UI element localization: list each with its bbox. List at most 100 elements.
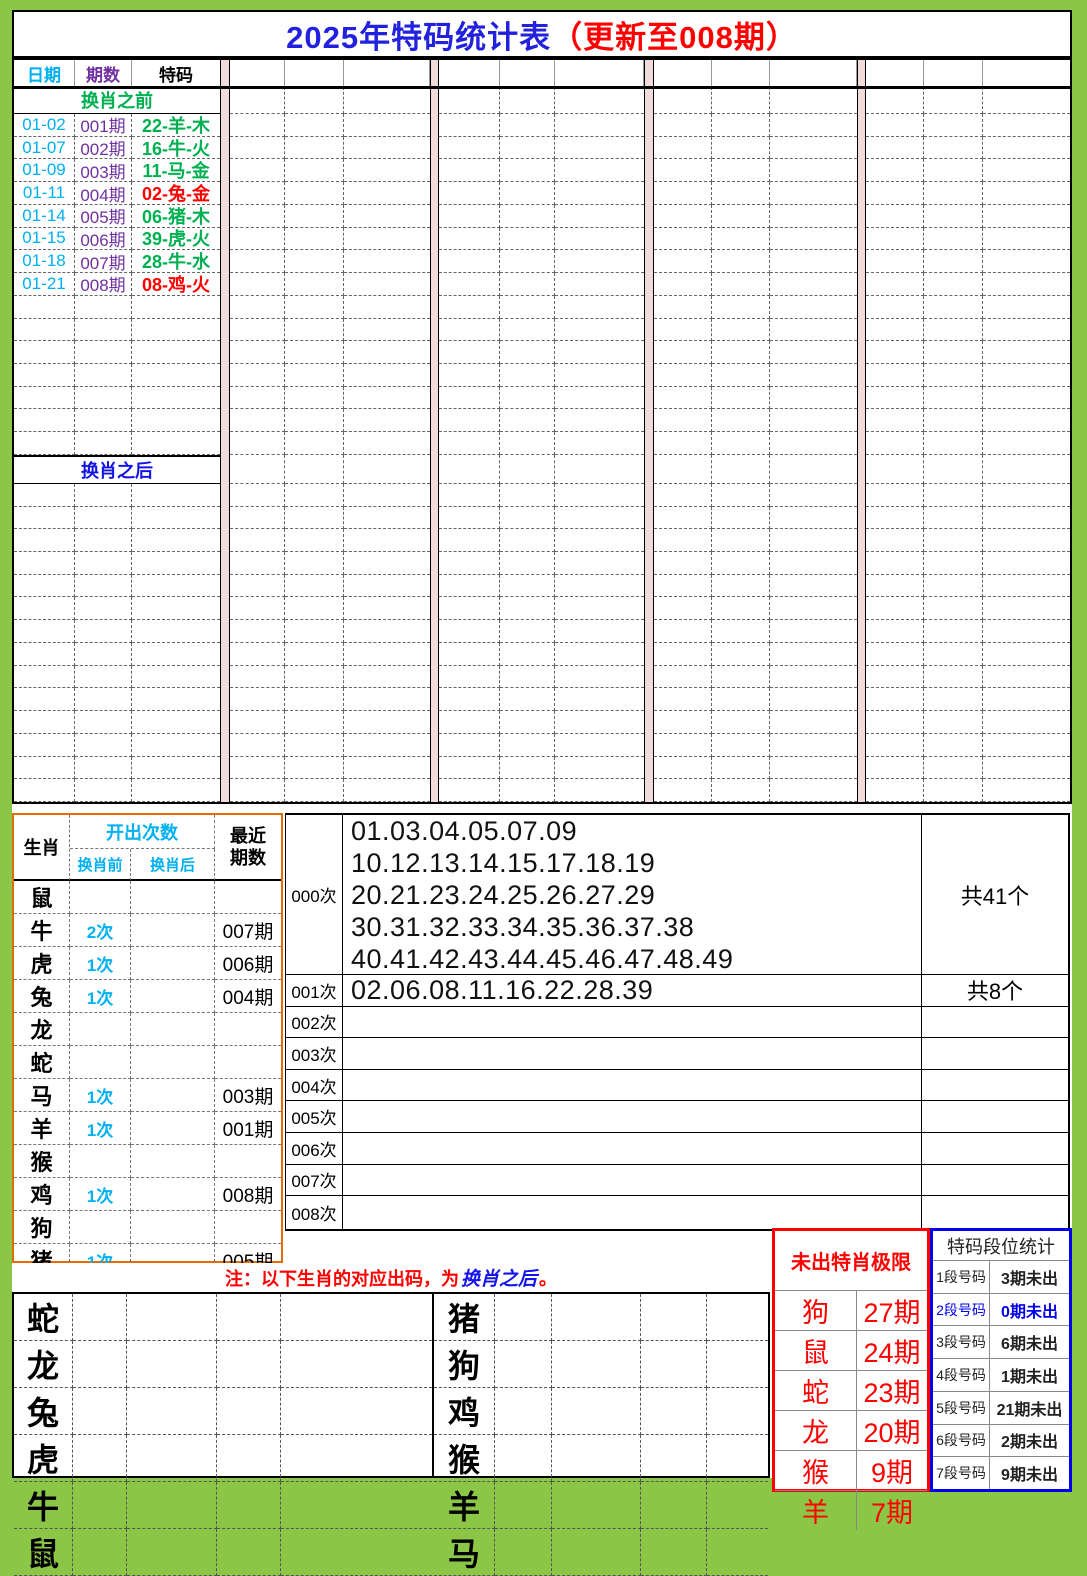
empty-cell	[285, 228, 344, 251]
empty-cell	[281, 1529, 432, 1576]
stats-recent-cell	[215, 1145, 281, 1178]
empty-cell	[866, 137, 924, 160]
empty-cell	[712, 296, 770, 319]
empty-cell	[866, 432, 924, 455]
empty-cell	[712, 575, 770, 598]
date-cell: 01-07	[14, 137, 75, 160]
empty-cell	[73, 1529, 127, 1576]
empty-cell	[866, 364, 924, 387]
times-total	[922, 1007, 1068, 1038]
empty-cell	[983, 575, 1070, 598]
zodiac-cell: 牛	[14, 1482, 73, 1529]
stats-zodiac-cell: 虎	[14, 947, 70, 980]
empty-cell	[230, 228, 285, 251]
stats-before-cell	[70, 1211, 131, 1244]
empty-cell	[983, 455, 1070, 484]
stats-after-cell	[131, 1178, 215, 1211]
note-highlight: 换肖之后	[461, 1264, 537, 1291]
empty-cell	[770, 620, 857, 643]
empty-cell	[230, 666, 285, 689]
empty-cell	[132, 341, 220, 364]
empty-cell	[14, 529, 75, 552]
empty-cell	[712, 205, 770, 228]
segment-row: 5段号码21期未出	[933, 1391, 1069, 1424]
empty-cell	[439, 575, 500, 598]
times-row: 008次	[286, 1196, 1068, 1229]
code-cell: 28-牛-水	[132, 250, 220, 273]
empty-cell	[75, 409, 132, 432]
empty-cell	[217, 1294, 281, 1341]
stats-zodiac-cell: 鸡	[14, 1178, 70, 1211]
empty-cell	[500, 319, 555, 342]
times-row: 003次	[286, 1038, 1068, 1070]
empty-cell	[500, 507, 555, 530]
stats-zodiac-cell: 蛇	[14, 1046, 70, 1079]
empty-cell	[866, 484, 924, 507]
empty-cell	[285, 182, 344, 205]
unseen-periods: 27期	[857, 1291, 927, 1330]
zodiac-cell: 猴	[434, 1435, 495, 1482]
code-cell: 08-鸡-火	[132, 273, 220, 296]
lottery-stats-page: { "title": {"main": "2025年特码统计表", "suffi…	[0, 0, 1087, 1500]
col-header-date: 日期	[14, 60, 75, 87]
times-count-label: 001次	[286, 975, 343, 1006]
empty-cell	[712, 273, 770, 296]
group-header-cell	[924, 60, 983, 87]
empty-cell	[285, 620, 344, 643]
empty-cell	[654, 552, 712, 575]
empty-cell	[654, 455, 712, 484]
empty-cell	[712, 137, 770, 160]
empty-cell	[230, 341, 285, 364]
unseen-periods: 9期	[857, 1451, 927, 1490]
empty-cell	[127, 1341, 217, 1388]
empty-cell	[641, 1341, 707, 1388]
segment-value: 1期未出	[990, 1359, 1069, 1391]
empty-cell	[285, 575, 344, 598]
empty-cell	[866, 159, 924, 182]
empty-cell	[75, 341, 132, 364]
unseen-zodiac: 狗	[775, 1291, 857, 1330]
stats-recent-cell: 007期	[215, 914, 281, 947]
segment-row: 1段号码3期未出	[933, 1261, 1069, 1293]
empty-cell	[770, 455, 857, 484]
empty-cell	[641, 1482, 707, 1529]
empty-cell	[555, 250, 644, 273]
empty-cell	[500, 688, 555, 711]
empty-cell	[344, 273, 430, 296]
times-numbers	[343, 1038, 922, 1069]
empty-cell	[281, 1341, 432, 1388]
group-header-cell	[439, 60, 500, 87]
empty-cell	[285, 319, 344, 342]
empty-cell	[555, 575, 644, 598]
empty-cell	[230, 114, 285, 137]
empty-cell	[924, 643, 983, 666]
empty-cell	[75, 779, 132, 802]
empty-cell	[712, 643, 770, 666]
stats-recent-cell: 004期	[215, 980, 281, 1013]
times-numbers	[343, 1165, 922, 1196]
separator-bar	[644, 60, 654, 802]
empty-cell	[75, 319, 132, 342]
empty-cell	[439, 711, 500, 734]
times-row: 001次02.06.08.11.16.22.28.39共8个	[286, 975, 1068, 1007]
empty-cell	[866, 87, 924, 114]
empty-cell	[75, 620, 132, 643]
empty-cell	[555, 529, 644, 552]
empty-cell	[230, 296, 285, 319]
numbers-line: 20.21.23.24.25.26.27.29	[351, 879, 921, 911]
empty-cell	[14, 484, 75, 507]
empty-cell	[75, 364, 132, 387]
empty-cell	[495, 1482, 552, 1529]
empty-cell	[641, 1388, 707, 1435]
empty-cell	[983, 296, 1070, 319]
stats-header-after: 换肖后	[131, 849, 215, 881]
empty-cell	[983, 597, 1070, 620]
empty-cell	[132, 757, 220, 780]
empty-cell	[344, 364, 430, 387]
stats-header-before: 换肖前	[70, 849, 131, 881]
empty-cell	[924, 137, 983, 160]
empty-cell	[344, 409, 430, 432]
empty-cell	[654, 159, 712, 182]
empty-cell	[712, 597, 770, 620]
empty-cell	[500, 575, 555, 598]
